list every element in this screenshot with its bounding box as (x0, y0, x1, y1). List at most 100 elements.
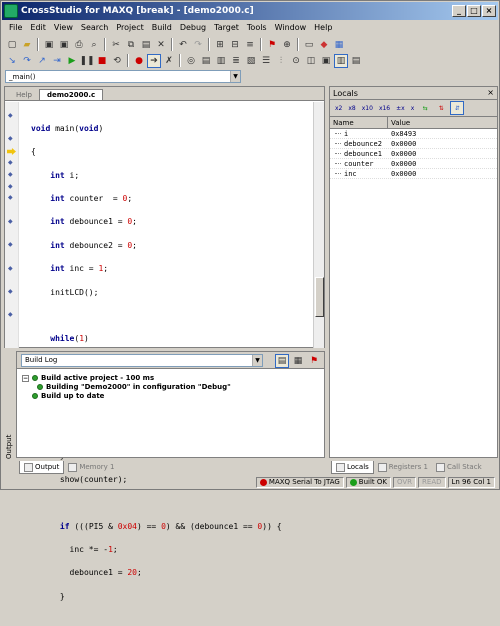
break-icon[interactable]: ❚❚ (79, 54, 94, 68)
find-icon[interactable]: ⊞ (213, 38, 227, 52)
decimal-format-button[interactable]: x10 (360, 105, 375, 112)
tab-memory[interactable]: Memory 1 (64, 461, 118, 474)
menu-file[interactable]: File (5, 23, 26, 32)
column-name-header[interactable]: Name (330, 117, 388, 128)
sort-icon[interactable]: ⇅ (434, 101, 448, 115)
bookmark-icon[interactable]: ⚑ (307, 354, 321, 368)
code-line: int inc = 1; (50, 264, 109, 274)
bookmark-icon[interactable]: ⚑ (265, 38, 279, 52)
layout-icon[interactable]: ▤ (349, 54, 363, 68)
redo-icon[interactable]: ↷ (191, 38, 205, 52)
watch-icon[interactable]: ◎ (184, 54, 198, 68)
target-status[interactable]: MAXQ Serial To JTAG (255, 477, 344, 488)
close-icon[interactable]: × (487, 88, 494, 97)
function-combo[interactable]: _main() ▼ (5, 70, 241, 83)
memory-icon[interactable]: ▤ (199, 54, 213, 68)
close-button[interactable]: × (482, 5, 496, 17)
output-options-icon[interactable]: ▦ (291, 354, 305, 368)
threads-icon[interactable]: ⫶ (274, 54, 288, 68)
show-next-statement-icon[interactable]: ➔ (147, 53, 161, 68)
paste-icon[interactable]: ▤ (139, 38, 153, 52)
default-format-button[interactable]: x (409, 105, 417, 112)
tab-call-stack[interactable]: Call Stack (432, 461, 486, 474)
menu-target[interactable]: Target (210, 23, 243, 32)
chevron-down-icon[interactable]: ▼ (230, 71, 240, 82)
save-all-icon[interactable]: ▣ (57, 38, 71, 52)
properties-icon[interactable]: ◆ (317, 38, 331, 52)
signed-format-button[interactable]: ±x (394, 105, 407, 112)
breakpoints-window-icon[interactable]: ⊙ (289, 54, 303, 68)
menu-search[interactable]: Search (77, 23, 112, 32)
menu-window[interactable]: Window (271, 23, 311, 32)
table-row[interactable]: i 0x8493 (330, 129, 497, 139)
tab-output[interactable]: Output (19, 461, 65, 474)
log-line[interactable]: Building "Demo2000" in configuration "De… (37, 383, 231, 391)
run-to-cursor-icon[interactable]: ⇥ (50, 54, 64, 68)
table-row[interactable]: counter 0x0000 (330, 159, 497, 169)
find-in-files-icon[interactable]: ≡ (243, 38, 257, 52)
window-icon[interactable]: ▭ (302, 38, 316, 52)
menu-edit[interactable]: Edit (26, 23, 50, 32)
registers-icon[interactable]: ▥ (214, 54, 228, 68)
menu-view[interactable]: View (50, 23, 77, 32)
chevron-down-icon[interactable]: ▼ (252, 354, 262, 366)
replace-icon[interactable]: ⊟ (228, 38, 242, 52)
hex-format-button[interactable]: x16 (377, 105, 392, 112)
table-row[interactable]: inc 0x0000 (330, 169, 497, 179)
clear-breakpoints-icon[interactable]: ✗ (162, 54, 176, 68)
menu-build[interactable]: Build (148, 23, 176, 32)
target-icon[interactable]: ◫ (304, 54, 318, 68)
binary-format-button[interactable]: x2 (333, 105, 344, 112)
menu-tools[interactable]: Tools (243, 23, 271, 32)
go-icon[interactable]: ▶ (65, 54, 79, 68)
menu-help[interactable]: Help (310, 23, 336, 32)
log-line[interactable]: Build up to date (32, 392, 104, 400)
menu-project[interactable]: Project (112, 23, 147, 32)
output-selector[interactable]: Build Log ▼ (21, 353, 263, 367)
breakpoint-icon[interactable]: ● (132, 54, 146, 68)
maximize-button[interactable]: □ (467, 5, 481, 17)
new-file-icon[interactable]: ▢ (5, 38, 19, 52)
delete-icon[interactable]: ✕ (154, 38, 168, 52)
print-icon[interactable]: ⎙ (72, 38, 86, 52)
step-into-icon[interactable]: ↘ (5, 54, 19, 68)
print-preview-icon[interactable]: ⌕ (87, 38, 101, 52)
table-row[interactable]: debounce2 0x0000 (330, 139, 497, 149)
code-line: if (((PI5 & 0x04) == 0) && (debounce1 ==… (59, 521, 282, 531)
tab-registers[interactable]: Registers 1 (374, 461, 432, 474)
save-icon[interactable]: ▣ (42, 38, 56, 52)
browse-icon[interactable]: ⊕ (280, 38, 294, 52)
open-folder-icon[interactable]: ▰ (20, 38, 34, 52)
sort-alpha-icon[interactable]: ⇵ (450, 101, 465, 115)
collapse-icon[interactable]: − (22, 374, 29, 382)
output-view-icon[interactable]: ▤ (275, 354, 289, 368)
undo-icon[interactable]: ↶ (176, 38, 190, 52)
tab-help[interactable]: Help (9, 90, 39, 100)
copy-icon[interactable]: ⧉ (124, 38, 138, 52)
scrollbar-thumb[interactable] (315, 277, 324, 317)
editor-scrollbar[interactable] (313, 102, 324, 348)
cut-icon[interactable]: ✂ (109, 38, 123, 52)
column-value-header[interactable]: Value (388, 117, 496, 128)
tab-locals[interactable]: Locals (331, 461, 374, 474)
locals-icon[interactable]: ▧ (244, 54, 258, 68)
step-out-icon[interactable]: ↗ (35, 54, 49, 68)
call-stack-icon[interactable]: ☰ (259, 54, 273, 68)
table-row[interactable]: debounce1 0x0000 (330, 149, 497, 159)
tab-demo2000[interactable]: demo2000.c (38, 89, 104, 100)
step-over-icon[interactable]: ↷ (20, 54, 34, 68)
breakpoint-marker: ◆ (8, 311, 13, 318)
refresh-icon[interactable]: ⇆ (418, 101, 432, 115)
stop-icon[interactable]: ■ (95, 54, 109, 68)
reset-icon[interactable]: ⟲ (110, 54, 124, 68)
menu-debug[interactable]: Debug (176, 23, 210, 32)
output-icon[interactable]: ▣ (319, 54, 333, 68)
toggle-panel-icon[interactable]: ▥ (334, 53, 348, 68)
disassembly-icon[interactable]: ≣ (229, 54, 243, 68)
code-line: } (31, 591, 65, 601)
log-line[interactable]: − Build active project - 100 ms (22, 374, 154, 382)
octal-format-button[interactable]: x8 (346, 105, 357, 112)
tools-icon[interactable]: ▦ (332, 38, 346, 52)
output-side-label[interactable]: Output (5, 435, 13, 459)
minimize-button[interactable]: _ (452, 5, 466, 17)
